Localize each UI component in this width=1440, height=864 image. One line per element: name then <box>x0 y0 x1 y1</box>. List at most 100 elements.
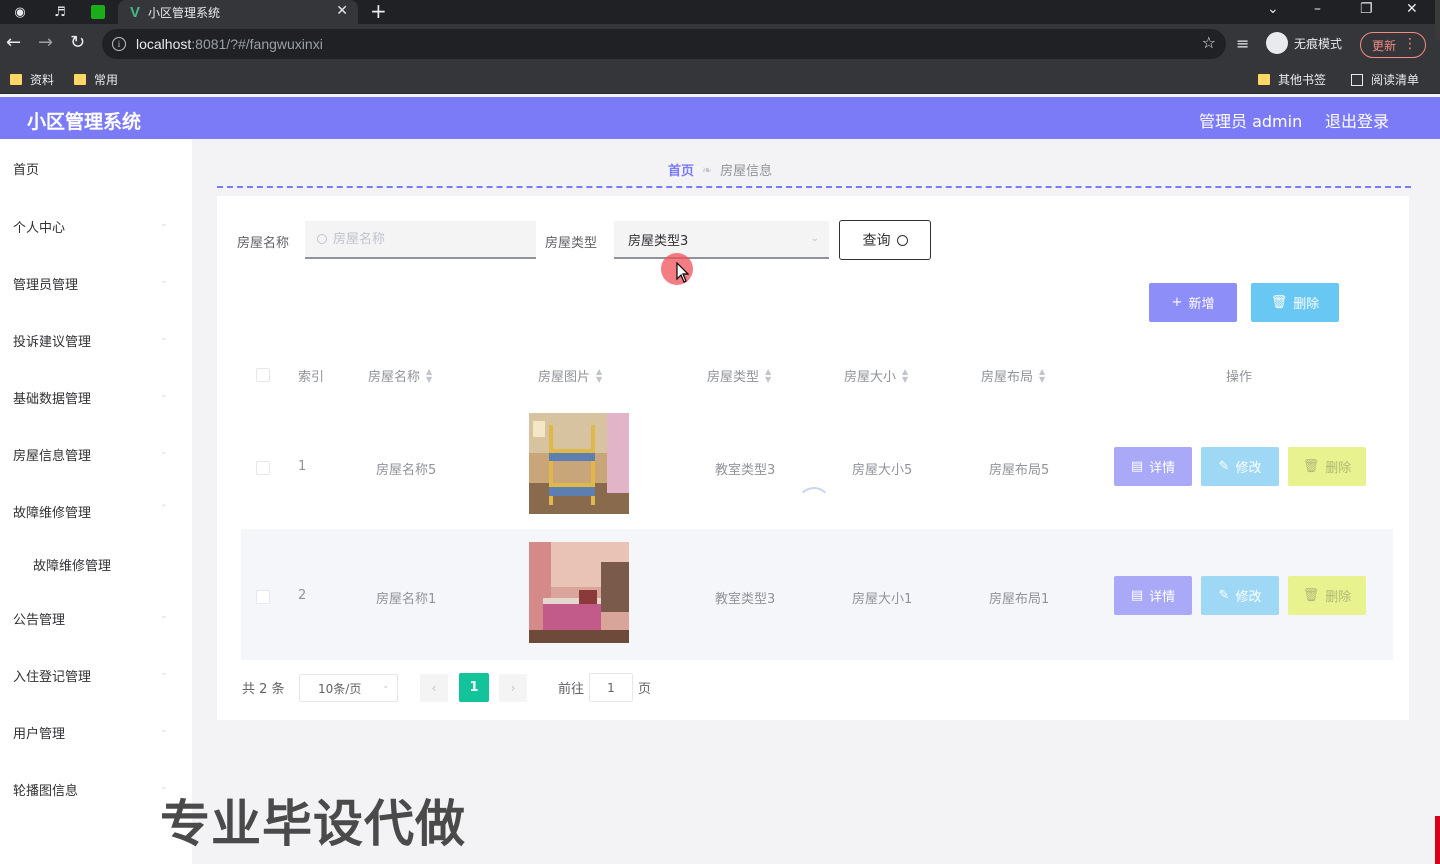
chevron-down-icon: ⌄ <box>160 447 168 457</box>
update-button[interactable]: 更新 ⋮ <box>1360 32 1426 58</box>
row-house-layout: 房屋布局5 <box>989 463 1050 478</box>
row-house-type: 教室类型3 <box>715 592 776 607</box>
sidebar-item-admins[interactable]: 管理员管理 <box>13 274 78 293</box>
detail-button[interactable]: ▤ 详情 <box>1114 576 1192 615</box>
sidebar-item-houses[interactable]: 房屋信息管理 <box>13 445 91 464</box>
close-icon[interactable]: ✕ <box>336 3 348 19</box>
reading-list[interactable]: 阅读清单 <box>1351 71 1419 88</box>
prev-page-button[interactable]: ‹ <box>420 674 448 702</box>
house-image[interactable] <box>529 413 629 514</box>
detail-button[interactable]: ▤ 详情 <box>1114 447 1192 486</box>
house-type-select[interactable]: 房屋类型3 ⌄ <box>614 221 829 259</box>
column-header-layout[interactable]: 房屋布局 ▲ ▼ <box>981 366 1045 385</box>
update-label: 更新 <box>1372 38 1397 53</box>
address-bar[interactable]: i localhost:8081/?#/fangwuxinxi ☆ <box>102 29 1226 59</box>
sidebar-item-base-data[interactable]: 基础数据管理 <box>13 388 91 407</box>
column-header-size[interactable]: 房屋大小 ▲ ▼ <box>844 366 908 385</box>
add-button[interactable]: + 新增 <box>1149 283 1237 322</box>
speaker-icon[interactable]: ♬ <box>50 2 70 22</box>
watermark-text: 专业毕设代做 <box>160 795 466 853</box>
select-all-checkbox[interactable] <box>256 368 270 382</box>
app-tab-icon[interactable] <box>88 2 108 22</box>
house-name-input[interactable] <box>333 231 523 247</box>
chevron-right-icon: › <box>510 681 516 695</box>
minimize-icon[interactable]: – <box>1314 0 1321 18</box>
row-checkbox[interactable] <box>256 590 270 604</box>
tab-search-icon[interactable]: ⌄ <box>1267 0 1279 18</box>
row-index: 1 <box>298 459 307 474</box>
house-image[interactable] <box>529 542 629 643</box>
header-label: 房屋布局 <box>981 370 1034 385</box>
reading-list-toolbar-icon[interactable]: ≡ <box>1236 34 1249 53</box>
next-page-button[interactable]: › <box>499 674 527 702</box>
sidebar-item-users[interactable]: 用户管理 <box>13 723 65 742</box>
edit-button[interactable]: ✎ 修改 <box>1201 576 1279 615</box>
header-label: 房屋大小 <box>844 370 897 385</box>
window-close-icon[interactable]: ✕ <box>1406 0 1418 18</box>
sidebar-item-checkin[interactable]: 入住登记管理 <box>13 666 91 685</box>
sort-icon[interactable]: ▲ ▼ <box>765 367 771 384</box>
sidebar-item-complaints[interactable]: 投诉建议管理 <box>13 331 91 350</box>
browser-toolbar: ← → ↻ i localhost:8081/?#/fangwuxinxi ☆ … <box>0 24 1440 64</box>
sort-icon[interactable]: ▲ ▼ <box>902 367 908 384</box>
row-house-name: 房屋名称1 <box>376 592 437 607</box>
bookmark-folder-1[interactable]: 资料 <box>10 71 54 88</box>
house-type-label: 房屋类型 <box>545 236 598 251</box>
page-suffix: 页 <box>638 681 652 697</box>
url-path: :8081/?#/fangwuxinxi <box>191 36 323 52</box>
column-header-image[interactable]: 房屋图片 ▲ ▼ <box>538 366 602 385</box>
other-bookmarks[interactable]: 其他书签 <box>1258 71 1326 88</box>
column-header-type[interactable]: 房屋类型 ▲ ▼ <box>707 366 771 385</box>
menu-dots-icon[interactable]: ⋮ <box>1403 36 1417 52</box>
batch-delete-button[interactable]: 🗑 删除 <box>1251 283 1339 322</box>
sidebar-item-repairs[interactable]: 故障维修管理 <box>13 502 91 521</box>
sort-icon[interactable]: ▲ ▼ <box>596 367 602 384</box>
bookmark-folder-2[interactable]: 常用 <box>74 71 118 88</box>
sort-icon[interactable]: ▲ ▼ <box>1039 367 1045 384</box>
sidebar-subitem-repairs[interactable]: 故障维修管理 <box>33 555 111 574</box>
row-delete-button[interactable]: 🗑 删除 <box>1288 447 1366 486</box>
sidebar-item-home[interactable]: 首页 <box>13 159 39 178</box>
restore-icon[interactable]: ❐ <box>1360 0 1373 18</box>
query-button[interactable]: 查询 <box>839 220 931 260</box>
globe-icon[interactable]: ◉ <box>10 2 30 22</box>
house-name-search[interactable] <box>305 221 536 259</box>
column-header-name[interactable]: 房屋名称 ▲ ▼ <box>368 366 432 385</box>
edit-button[interactable]: ✎ 修改 <box>1201 447 1279 486</box>
chevron-down-icon: ⌄ <box>160 725 168 735</box>
page-size-select[interactable]: 10条/页 ⌄ <box>299 674 398 702</box>
logout-link[interactable]: 退出登录 <box>1325 108 1389 132</box>
sidebar-item-notices[interactable]: 公告管理 <box>13 609 65 628</box>
goto-page-input[interactable]: 1 <box>589 673 633 702</box>
row-index: 2 <box>298 588 307 603</box>
chevron-down-icon: ⌄ <box>810 233 819 244</box>
row-checkbox[interactable] <box>256 461 270 475</box>
edge-strip <box>1435 816 1440 864</box>
row-house-name: 房屋名称5 <box>376 463 437 478</box>
sidebar-item-carousel[interactable]: 轮播图信息 <box>13 780 78 799</box>
sidebar-item-profile[interactable]: 个人中心 <box>13 217 65 236</box>
row-house-layout: 房屋布局1 <box>989 592 1050 607</box>
breadcrumb-home[interactable]: 首页 <box>668 160 694 179</box>
back-icon[interactable]: ← <box>6 33 21 53</box>
info-icon[interactable]: i <box>112 37 126 51</box>
sort-icon[interactable]: ▲ ▼ <box>426 367 432 384</box>
trash-icon: 🗑 <box>1302 459 1320 474</box>
forward-icon[interactable]: → <box>38 33 53 53</box>
reload-icon[interactable]: ↻ <box>70 33 85 53</box>
new-tab-icon[interactable]: + <box>370 0 387 22</box>
chevron-down-icon: ⌄ <box>160 219 168 229</box>
reading-list-label: 阅读清单 <box>1371 73 1420 87</box>
bookmark-star-icon[interactable]: ☆ <box>1202 33 1216 52</box>
row-house-size: 房屋大小5 <box>852 463 913 478</box>
page-number-current[interactable]: 1 <box>459 673 489 702</box>
bookmark-label: 常用 <box>94 73 119 87</box>
goto-label: 前往 <box>558 681 585 697</box>
row-delete-button[interactable]: 🗑 删除 <box>1288 576 1366 615</box>
edit-label: 修改 <box>1235 590 1262 605</box>
house-name-label: 房屋名称 <box>237 236 290 251</box>
chevron-down-icon: ⌄ <box>160 390 168 400</box>
active-browser-tab[interactable]: V 小区管理系统 ✕ <box>118 0 358 24</box>
detail-label: 详情 <box>1149 461 1176 476</box>
incognito-indicator[interactable]: 无痕模式 <box>1266 32 1342 54</box>
